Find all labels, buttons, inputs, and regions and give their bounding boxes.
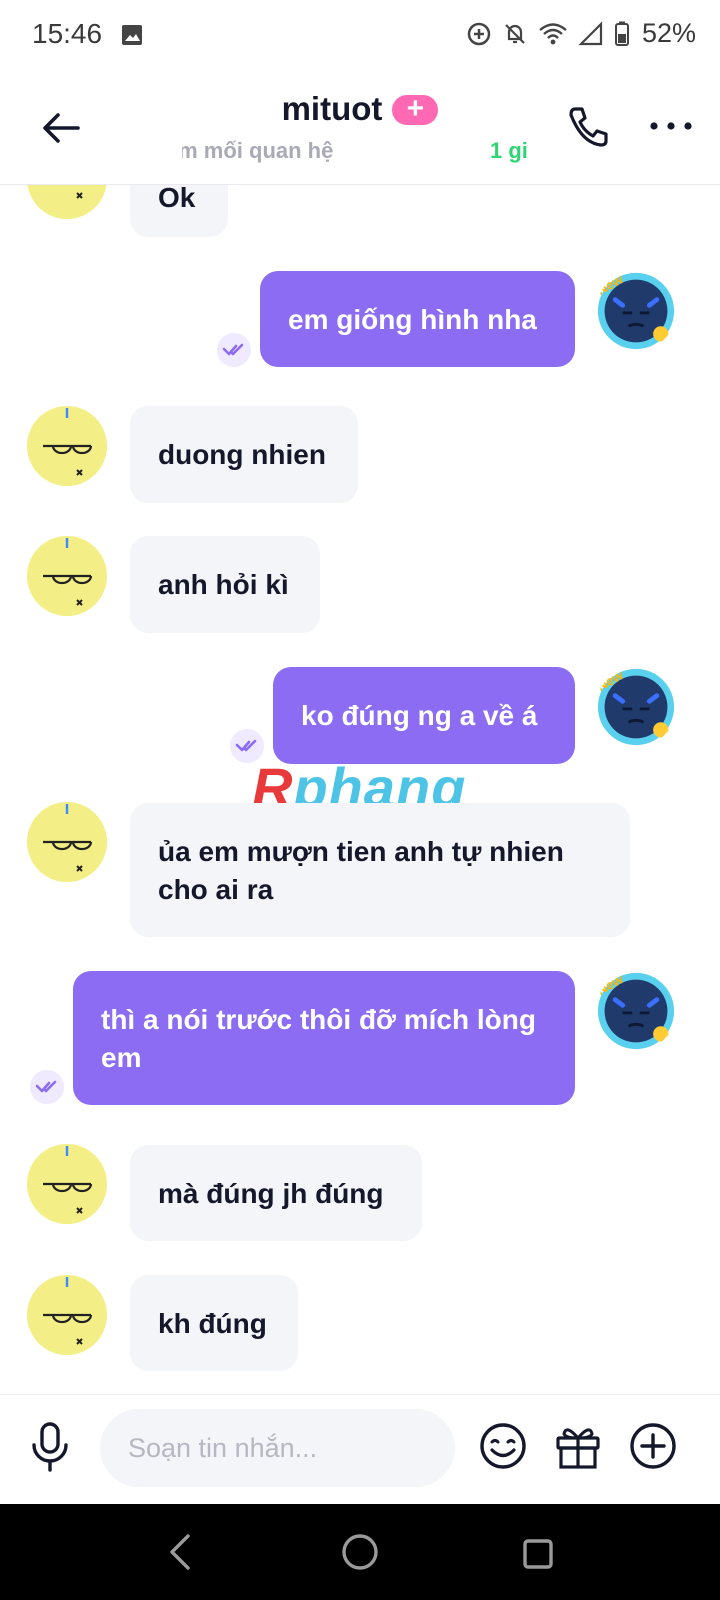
my-avatar[interactable]: New xyxy=(596,667,676,747)
message-text: kh đúng xyxy=(158,1308,267,1339)
status-time: 15:46 xyxy=(32,18,103,49)
message-bubble-incoming[interactable]: Ok xyxy=(130,185,228,237)
message-bubble-outgoing[interactable]: em giống hình nha xyxy=(260,271,575,367)
data-saver-icon xyxy=(467,22,491,45)
notifications-off-icon xyxy=(505,23,525,44)
contact-avatar[interactable] xyxy=(27,536,107,616)
message-bubble-incoming[interactable]: ủa em mượn tien anh tự nhien cho ai ra xyxy=(130,803,630,937)
system-navigation-bar xyxy=(0,1504,720,1600)
message-text: anh hỏi kì xyxy=(158,569,289,600)
message-bubble-outgoing[interactable]: thì a nói trước thôi đỡ mích lòng em xyxy=(73,971,575,1105)
relationship-ticker: ìm mối quan hệ 1 gi xyxy=(0,138,720,168)
battery-icon xyxy=(614,21,629,46)
phone-icon[interactable] xyxy=(566,104,612,150)
plus-badge: + xyxy=(392,93,439,125)
contact-avatar[interactable] xyxy=(27,185,107,219)
chat-header: mituot + ìm mối quan hệ 1 gi xyxy=(0,72,720,185)
ticker-text-right: 1 gi xyxy=(490,138,528,163)
message-text: duong nhien xyxy=(158,439,326,470)
wifi-icon xyxy=(539,22,567,44)
contact-name: mituot xyxy=(281,90,383,127)
message-bubble-incoming[interactable]: anh hỏi kì xyxy=(130,536,320,633)
contact-avatar[interactable] xyxy=(27,1144,107,1224)
message-bubble-incoming[interactable]: kh đúng xyxy=(130,1275,298,1371)
gift-icon[interactable] xyxy=(553,1421,603,1471)
add-circle-icon[interactable] xyxy=(628,1421,678,1471)
ticker-text-left: ìm mối quan hệ xyxy=(182,138,334,163)
image-icon xyxy=(122,25,142,45)
battery-percent: 52% xyxy=(641,18,696,48)
message-bubble-incoming[interactable]: mà đúng jh đúng xyxy=(130,1145,422,1241)
microphone-icon[interactable] xyxy=(28,1421,72,1473)
status-bar: 15:46 52% xyxy=(0,0,720,72)
my-avatar[interactable]: New xyxy=(596,971,676,1051)
message-composer xyxy=(0,1394,720,1505)
message-bubble-outgoing[interactable]: ko đúng ng a về á xyxy=(273,667,575,764)
emoji-icon[interactable] xyxy=(478,1421,528,1471)
message-text: thì a nói trước thôi đỡ mích lòng em xyxy=(101,1004,536,1073)
message-bubble-incoming[interactable]: duong nhien xyxy=(130,406,358,503)
message-text: ủa em mượn tien anh tự nhien cho ai ra xyxy=(158,836,564,905)
contact-avatar[interactable] xyxy=(27,1275,107,1355)
read-receipt-icon xyxy=(30,1070,64,1104)
message-input[interactable] xyxy=(100,1409,455,1487)
message-text: ko đúng ng a về á xyxy=(301,700,538,731)
signal-icon xyxy=(578,20,603,45)
contact-avatar[interactable] xyxy=(27,406,107,486)
contact-title[interactable]: mituot + xyxy=(0,90,720,131)
my-avatar[interactable]: New xyxy=(596,271,676,351)
message-list[interactable]: Ok em giống hình nha New duong nhien anh… xyxy=(0,185,720,1394)
read-receipt-icon xyxy=(217,333,251,367)
message-text: em giống hình nha xyxy=(288,304,537,335)
more-options-icon[interactable] xyxy=(648,118,694,134)
nav-recents-icon[interactable] xyxy=(522,1538,554,1570)
message-text: mà đúng jh đúng xyxy=(158,1178,384,1209)
nav-home-icon[interactable] xyxy=(340,1532,380,1572)
nav-back-icon[interactable] xyxy=(166,1532,196,1572)
message-text: Ok xyxy=(158,185,196,213)
contact-avatar[interactable] xyxy=(27,802,107,882)
